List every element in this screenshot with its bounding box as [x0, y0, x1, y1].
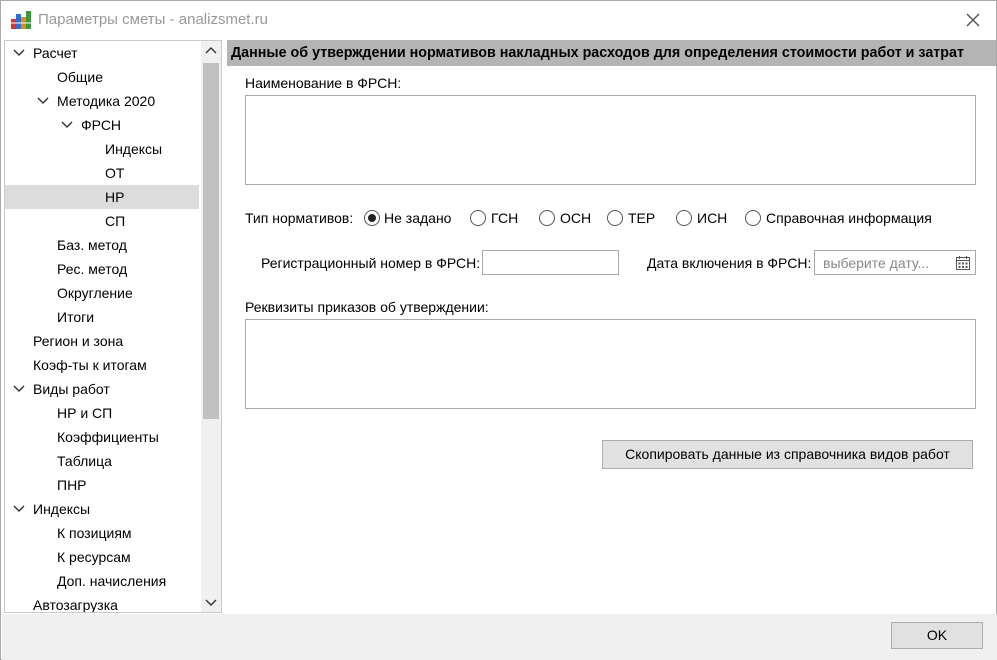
requisites-label: Реквизиты приказов об утверждении: — [245, 299, 489, 315]
tree-item-label: Округление — [57, 285, 133, 301]
norm-type-label: Тип нормативов: — [245, 210, 354, 226]
tree-item-label: Расчет — [33, 45, 78, 61]
settings-window: Параметры сметы - analizsmet.ru Расчет Об… — [0, 0, 997, 660]
radio-gsn[interactable] — [470, 210, 486, 226]
window-title: Параметры сметы - analizsmet.ru — [38, 11, 268, 28]
chevron-down-icon[interactable] — [13, 383, 25, 395]
radio-reference-info[interactable] — [745, 210, 761, 226]
tree-item[interactable]: Индексы — [5, 497, 199, 521]
scroll-down-icon[interactable] — [201, 592, 221, 612]
tree-item[interactable]: Коэф-ты к итогам — [5, 353, 199, 377]
tree-item-label: Итоги — [57, 309, 95, 325]
chevron-down-icon[interactable] — [61, 119, 73, 131]
radio-isn[interactable] — [676, 210, 692, 226]
radio-reference-info-label[interactable]: Справочная информация — [766, 210, 932, 226]
scroll-thumb[interactable] — [203, 63, 219, 419]
radio-ter[interactable] — [607, 210, 623, 226]
tree-item-label: Коэф-ты к итогам — [33, 357, 147, 373]
tree-item-label: Методика 2020 — [57, 93, 156, 109]
main-panel: Данные об утверждении нормативов накладн… — [227, 40, 996, 613]
scroll-up-icon[interactable] — [201, 41, 221, 61]
tree-item-label: ПНР — [57, 477, 87, 493]
tree-item[interactable]: Регион и зона — [5, 329, 199, 353]
name-textarea[interactable] — [245, 95, 976, 185]
reg-number-input[interactable] — [482, 250, 619, 275]
name-label: Наименование в ФРСН: — [245, 75, 402, 91]
tree-item[interactable]: НР и СП — [5, 401, 199, 425]
tree-item-label: Индексы — [105, 141, 163, 157]
tree-item-label: Доп. начисления — [57, 573, 167, 589]
date-label: Дата включения в ФРСН: — [647, 255, 812, 271]
tree-item-label: Баз. метод — [57, 237, 127, 253]
tree-item[interactable]: Расчет — [5, 41, 199, 65]
reg-number-label: Регистрационный номер в ФРСН: — [261, 255, 481, 271]
tree-item-label: ФРСН — [81, 117, 122, 133]
radio-not-set[interactable] — [364, 210, 380, 226]
tree-item-label: НР — [105, 189, 125, 205]
tree-item-label: Таблица — [57, 453, 112, 469]
tree-item[interactable]: Таблица — [5, 449, 199, 473]
tree-item-label: Индексы — [33, 501, 91, 517]
settings-tree: Расчет Общие Методика 2020 ФРСН Индексы ОТ НР С… — [4, 40, 222, 613]
tree-item[interactable]: Автозагрузка — [5, 593, 199, 613]
tree-item-label: Общие — [57, 69, 104, 85]
tree-item-label: Автозагрузка — [33, 597, 118, 613]
tree-item[interactable]: Виды работ — [5, 377, 199, 401]
tree-item[interactable]: Индексы — [5, 137, 199, 161]
tree-item-label: ОТ — [105, 165, 125, 181]
radio-osn[interactable] — [539, 210, 555, 226]
requisites-textarea[interactable] — [245, 319, 976, 409]
date-picker[interactable]: выберите дату... — [814, 250, 976, 275]
chevron-down-icon[interactable] — [37, 95, 49, 107]
tree-item[interactable]: Коэффициенты — [5, 425, 199, 449]
tree-item[interactable]: ПНР — [5, 473, 199, 497]
radio-osn-label[interactable]: ОСН — [560, 210, 591, 226]
tree-item-label: Коэффициенты — [57, 429, 159, 445]
app-icon — [11, 11, 31, 29]
radio-not-set-label[interactable]: Не задано — [384, 210, 451, 226]
title-bar: Параметры сметы - analizsmet.ru — [1, 1, 996, 39]
chevron-down-icon[interactable] — [13, 47, 25, 59]
radio-ter-label[interactable]: ТЕР — [628, 210, 655, 226]
tree-item-label: Регион и зона — [33, 333, 124, 349]
tree-item[interactable]: Округление — [5, 281, 199, 305]
tree-item[interactable]: Общие — [5, 65, 199, 89]
close-icon — [966, 13, 980, 27]
chevron-down-icon[interactable] — [13, 503, 25, 515]
calendar-icon[interactable] — [955, 255, 971, 271]
tree-item[interactable]: К ресурсам — [5, 545, 199, 569]
ok-button[interactable]: OK — [891, 622, 983, 649]
tree-item[interactable]: Итоги — [5, 305, 199, 329]
date-placeholder: выберите дату... — [823, 255, 930, 271]
tree-item-label: НР и СП — [57, 405, 113, 421]
close-button[interactable] — [956, 5, 990, 35]
tree-item[interactable]: Рес. метод — [5, 257, 199, 281]
tree-item[interactable]: Методика 2020 — [5, 89, 199, 113]
radio-isn-label[interactable]: ИСН — [697, 210, 727, 226]
tree-item[interactable]: СП — [5, 209, 199, 233]
footer: OK — [2, 614, 997, 660]
tree-item[interactable]: ОТ — [5, 161, 199, 185]
section-header: Данные об утверждении нормативов накладн… — [227, 40, 996, 66]
tree-scrollbar[interactable] — [201, 41, 221, 612]
tree-item-label: К позициям — [57, 525, 132, 541]
tree-item-label: К ресурсам — [57, 549, 131, 565]
copy-from-reference-button[interactable]: Скопировать данные из справочника видов … — [602, 440, 973, 469]
tree-item-label: Виды работ — [33, 381, 110, 397]
tree-item-label: СП — [105, 213, 126, 229]
tree-item[interactable]: Баз. метод — [5, 233, 199, 257]
tree-item-label: Рес. метод — [57, 261, 128, 277]
radio-gsn-label[interactable]: ГСН — [491, 210, 518, 226]
tree-item[interactable]: К позициям — [5, 521, 199, 545]
tree-item[interactable]: Доп. начисления — [5, 569, 199, 593]
tree-item[interactable]: ФРСН — [5, 113, 199, 137]
tree-item[interactable]: НР — [5, 185, 199, 209]
